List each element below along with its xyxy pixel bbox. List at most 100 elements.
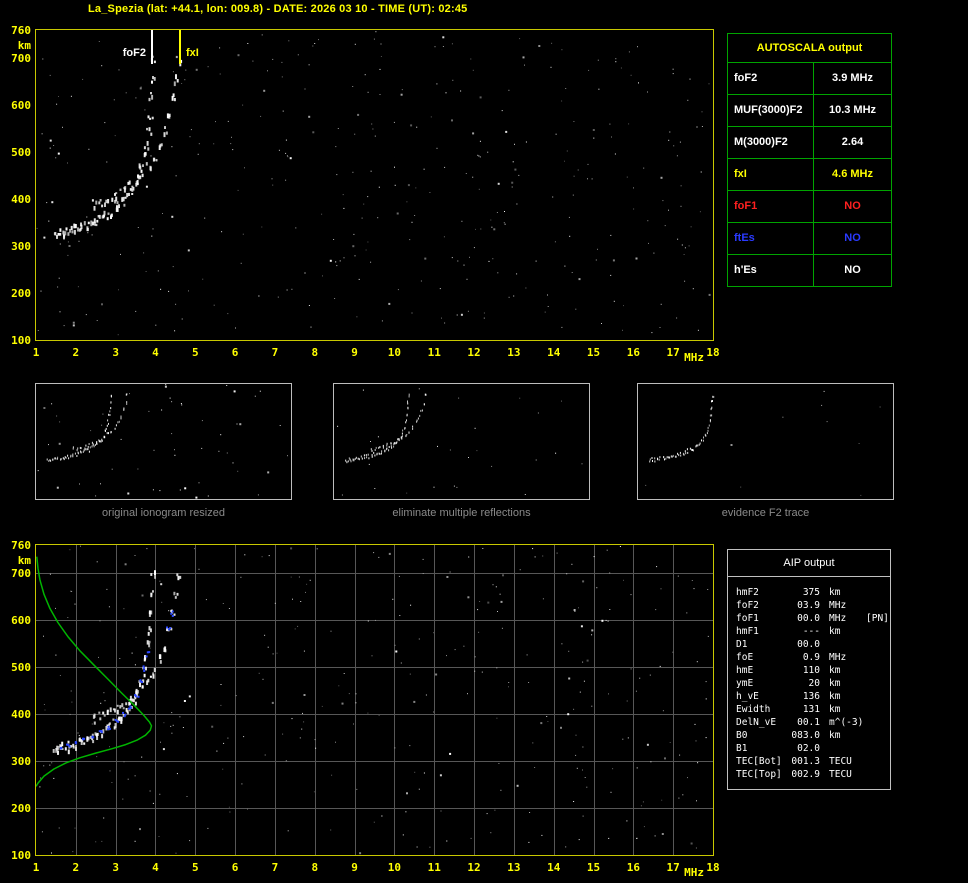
x-tick-label: 15 [586, 861, 601, 874]
aip-extra [866, 716, 890, 729]
aip-name: Ewidth [736, 704, 771, 715]
x-tick-label: 3 [112, 346, 119, 359]
aip-row: foF1 00.0 MHz [PN] [728, 612, 890, 625]
x-tick-label: 10 [387, 346, 402, 359]
y-tick-label: 500 [11, 146, 31, 160]
aip-extra: [PN] [866, 613, 889, 624]
aip-value: 110 [802, 665, 820, 676]
aip-unit: km [829, 730, 841, 741]
noise-dots [645, 390, 881, 496]
autoscala-row: MUF(3000)F2 10.3 MHz [728, 95, 891, 127]
aip-row: hmE 110 km [728, 664, 890, 677]
x-tick-label: 16 [626, 346, 640, 359]
aip-value: 131 [802, 704, 820, 715]
x-tick-label: 14 [547, 861, 561, 874]
x-tick-label: 5 [191, 346, 199, 359]
noise-dots [337, 388, 583, 496]
thumbnail-caption-eliminate: eliminate multiple reflections [392, 507, 531, 519]
aip-extra [866, 690, 890, 703]
y-tick-label: 700 [11, 567, 31, 581]
fxI-marker-line [179, 30, 181, 64]
aip-name: h_vE [736, 691, 759, 702]
aip-value: 00.0 [797, 639, 820, 650]
aip-row: hmF2 375 km [728, 586, 890, 599]
x-tick-label: 14 [547, 346, 561, 359]
x-tick-label: 11 [427, 346, 441, 359]
grid-lines [36, 545, 713, 855]
foF2-marker-line [151, 30, 153, 64]
noise-dots [37, 384, 288, 499]
y-tick-label: 700 [11, 52, 31, 66]
aip-name: DelN_vE [736, 717, 777, 728]
autoscala-param-value: NO [844, 232, 861, 244]
autoscala-param-name: foF1 [728, 191, 814, 222]
x-tick-label: 15 [586, 346, 601, 359]
aip-row: TEC[Top] 002.9 TECU [728, 768, 890, 781]
ionogram-trace [53, 55, 183, 240]
thumbnail-caption-evidence: evidence F2 trace [721, 507, 810, 519]
y-tick-label: 760 [11, 539, 31, 552]
aip-extra [866, 742, 890, 755]
aip-name: hmF1 [736, 626, 759, 637]
aip-value: 0.9 [802, 652, 820, 663]
autoscala-row: foF2 3.9 MHz [728, 63, 891, 95]
x-tick-label: 3 [112, 861, 119, 874]
autoscala-param-name: MUF(3000)F2 [728, 95, 814, 126]
y-axis-unit-label: km [17, 554, 31, 567]
aip-extra [866, 768, 890, 781]
aip-row: hmF1 --- km [728, 625, 890, 638]
x-tick-label: 9 [351, 861, 358, 874]
x-tick-label: 8 [311, 346, 319, 359]
aip-unit [820, 638, 866, 651]
x-tick-label: 4 [152, 861, 159, 874]
y-tick-label: 600 [11, 99, 31, 113]
aip-table-rows: hmF2 375 km foF2 03.9 MHz foF1 00.0 MHz [PN] hmF1 -… [728, 577, 890, 781]
aip-unit: km [829, 691, 841, 702]
thumbnail-eliminate-multiples-plot [337, 388, 583, 496]
noise-dots [39, 545, 709, 855]
x-tick-label: 11 [427, 861, 441, 874]
x-tick-label: 16 [626, 861, 640, 874]
x-tick-label: 17 [666, 346, 680, 359]
autoscala-row: fxI 4.6 MHz [728, 159, 891, 191]
ionogram-plot-profile [36, 545, 713, 855]
autoscala-param-value: 10.3 MHz [828, 104, 877, 116]
autoscala-row: M(3000)F2 2.64 [728, 127, 891, 159]
x-tick-label: 12 [467, 346, 481, 359]
aip-unit: MHz [829, 600, 847, 611]
aip-unit: MHz [829, 613, 847, 624]
y-tick-label: 200 [11, 802, 31, 816]
autoscala-param-value: 4.6 MHz [832, 168, 873, 180]
x-tick-label: 13 [507, 346, 521, 359]
aip-unit: km [829, 626, 841, 637]
autoscala-param-value: 2.64 [841, 136, 864, 148]
aip-value: 02.0 [797, 743, 820, 754]
aip-row: foF2 03.9 MHz [728, 599, 890, 612]
aip-value: 083.0 [791, 730, 820, 741]
ionogram-panel-main: foF2 fxI [35, 29, 714, 341]
aip-name: foE [736, 652, 754, 663]
aip-value: --- [802, 626, 820, 637]
aip-row: D1 00.0 [728, 638, 890, 651]
aip-output-table: AIP output hmF2 375 km foF2 03.9 MHz foF1 00.0 M… [727, 549, 891, 790]
aip-extra [866, 586, 890, 599]
aip-value: 00.0 [797, 613, 820, 624]
aip-name: hmF2 [736, 587, 759, 598]
autoscala-param-name: M(3000)F2 [728, 127, 814, 158]
autoscala-param-name: ftEs [728, 223, 814, 254]
aip-table-title: AIP output [783, 557, 835, 569]
autoscala-row: h'Es NO [728, 255, 891, 286]
autoscala-param-name: h'Es [728, 255, 814, 286]
x-tick-label: 10 [387, 861, 402, 874]
y-tick-label: 400 [11, 708, 31, 722]
aip-extra [866, 703, 890, 716]
x-axis-unit-label: MHz [684, 351, 705, 364]
x-tick-label: 4 [152, 346, 159, 359]
aip-row: B1 02.0 [728, 742, 890, 755]
autoscala-param-name: fxI [728, 159, 814, 190]
x-tick-label: 13 [507, 861, 521, 874]
aip-name: B1 [736, 743, 748, 754]
autoscala-table-title: AUTOSCALA output [728, 34, 891, 63]
x-tick-label: 1 [32, 346, 40, 359]
aip-name: TEC[Top] [736, 769, 782, 780]
